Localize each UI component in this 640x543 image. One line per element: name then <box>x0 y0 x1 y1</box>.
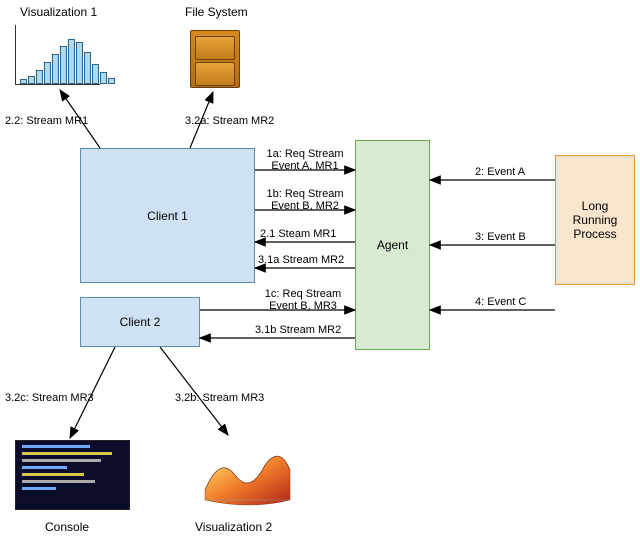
edge-label-event-a: 2: Event A <box>475 166 525 178</box>
histogram-icon <box>15 25 100 85</box>
console-title: Console <box>45 520 89 534</box>
edge-label-3-2b: 3.2b: Stream MR3 <box>175 392 264 404</box>
client1-node: Client 1 <box>80 148 255 283</box>
edge-label-1c: 1c: Req StreamEvent B, MR3 <box>258 288 348 312</box>
visualization1-title: Visualization 1 <box>20 5 97 19</box>
visualization2-title: Visualization 2 <box>195 520 272 534</box>
client2-node: Client 2 <box>80 297 200 347</box>
edge-label-event-c: 4: Event C <box>475 296 526 308</box>
edge-label-3-2a: 3.2a: Stream MR2 <box>185 115 274 127</box>
edge-label-3-2c: 3.2c: Stream MR3 <box>5 392 94 404</box>
long-running-process-node: Long Running Process <box>555 155 635 285</box>
client2-label: Client 2 <box>120 315 161 329</box>
edge-label-1a: 1a: Req StreamEvent A, MR1 <box>260 148 350 172</box>
agent-label: Agent <box>377 238 408 252</box>
lrp-label: Long Running Process <box>573 199 618 241</box>
edge-label-2-2: 2.2: Stream MR1 <box>5 115 88 127</box>
edge-label-3-1a: 3.1a Stream MR2 <box>258 254 344 266</box>
edge-label-3-1b: 3.1b Stream MR2 <box>255 324 341 336</box>
file-system-title: File System <box>185 5 248 19</box>
client1-label: Client 1 <box>147 209 188 223</box>
edge-label-1b: 1b: Req StreamEvent B, MR2 <box>260 188 350 212</box>
agent-node: Agent <box>355 140 430 350</box>
console-icon <box>15 440 130 510</box>
surface-plot-icon <box>195 435 295 510</box>
edge-label-2-1: 2.1 Steam MR1 <box>260 228 336 240</box>
file-cabinet-icon <box>190 30 240 88</box>
edge-label-event-b: 3: Event B <box>475 231 526 243</box>
